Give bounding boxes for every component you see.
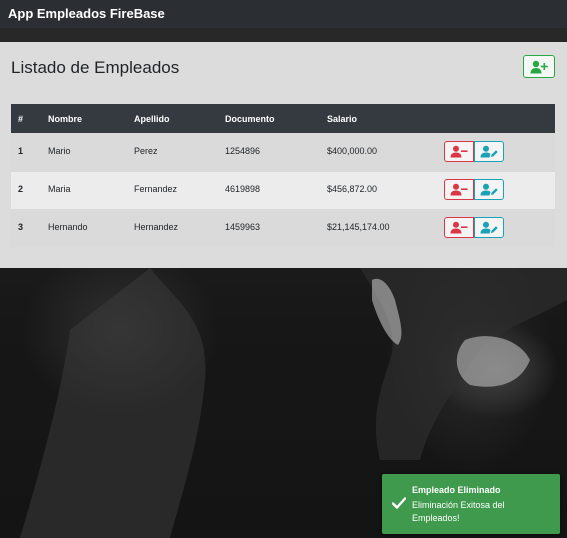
row-actions [444,217,504,238]
table-header: # Nombre Apellido Documento Salario [11,104,555,133]
header-apellido: Apellido [134,114,170,124]
delete-employee-button[interactable] [444,179,474,200]
user-minus-icon [450,145,468,158]
cell-nombre: Maria [48,184,71,194]
cell-salario: $456,872.00 [327,184,378,194]
cell-apellido: Hernandez [134,222,179,232]
success-toast[interactable]: Empleado Eliminado Eliminación Exitosa d… [382,474,560,534]
row-number: 2 [18,184,24,194]
cell-nombre: Mario [48,146,71,156]
row-actions [444,141,504,162]
edit-employee-button[interactable] [474,141,504,162]
header-number: # [18,114,24,124]
row-actions [444,179,504,200]
edit-employee-button[interactable] [474,217,504,238]
delete-employee-button[interactable] [444,141,474,162]
header-documento: Documento [225,114,275,124]
toast-message: Eliminación Exitosa del Empleados! [412,500,505,523]
cell-apellido: Fernandez [134,184,178,194]
user-edit-icon [480,221,498,234]
edit-employee-button[interactable] [474,179,504,200]
navbar: App Empleados FireBase [0,0,567,28]
cell-salario: $400,000.00 [327,146,378,156]
row-number: 1 [18,146,24,156]
cell-salario: $21,145,174.00 [327,222,390,232]
user-minus-icon [450,183,468,196]
cell-documento: 1254896 [225,146,261,156]
user-edit-icon [480,183,498,196]
header-nombre: Nombre [48,114,83,124]
employees-table: # Nombre Apellido Documento Salario 1 Ma… [11,104,555,247]
table-row: 3 Hernando Hernandez 1459963 $21,145,174… [11,209,555,247]
user-plus-icon [530,60,548,73]
table-row: 1 Mario Perez 1254896 $400,000.00 [11,133,555,171]
header-salario: Salario [327,114,358,124]
cell-documento: 1459963 [225,222,261,232]
user-minus-icon [450,221,468,234]
add-employee-button[interactable] [523,55,555,78]
row-number: 3 [18,222,24,232]
delete-employee-button[interactable] [444,217,474,238]
cell-apellido: Perez [134,146,158,156]
user-edit-icon [480,145,498,158]
cell-nombre: Hernando [48,222,88,232]
toast-title: Empleado Eliminado [412,485,501,495]
employees-panel: Listado de Empleados # Nombre Apellido D… [0,42,567,268]
check-icon [392,497,406,509]
table-row: 2 Maria Fernandez 4619898 $456,872.00 [11,171,555,209]
cell-documento: 4619898 [225,184,261,194]
app-brand[interactable]: App Empleados FireBase [8,6,165,21]
page-title: Listado de Empleados [11,58,180,77]
